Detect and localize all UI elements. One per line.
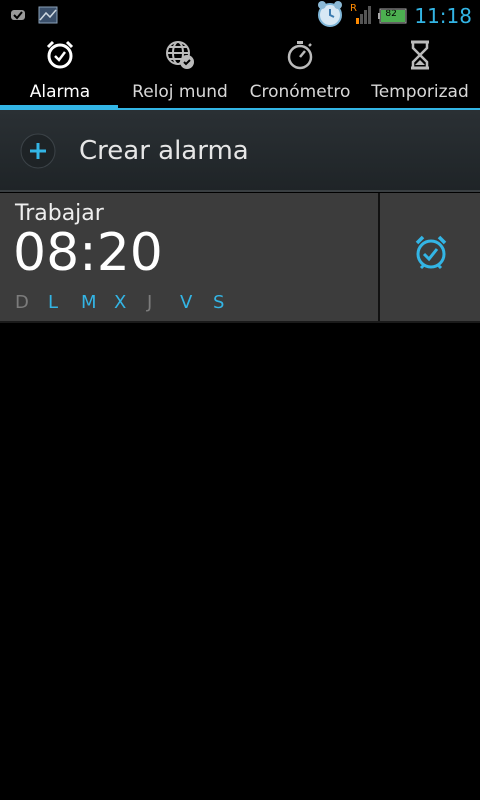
create-alarm-button[interactable]: Crear alarma — [0, 110, 480, 192]
notification-icons — [10, 6, 58, 28]
alarm-time: 08:20 — [13, 223, 163, 283]
plus-icon — [20, 133, 56, 169]
tab-label: Temporizad — [371, 82, 469, 102]
alarm-row-bottom-divider — [0, 321, 480, 323]
status-icons: R 82 11:18 — [316, 0, 472, 32]
day-sunday: D — [15, 292, 29, 313]
clock-time: 11:18 — [414, 4, 472, 28]
alarm-toggle-button[interactable] — [380, 193, 480, 321]
create-alarm-label: Crear alarma — [79, 136, 249, 166]
tab-label: Alarma — [29, 82, 91, 102]
tab-timer[interactable]: Temporizad — [360, 33, 480, 110]
roaming-indicator: R — [350, 3, 357, 14]
status-bar: R 82 11:18 — [0, 0, 480, 33]
tab-bar: Alarma Reloj mund Cronómetro Temporizad — [0, 33, 480, 110]
battery-icon: 82 — [378, 8, 408, 24]
day-friday: V — [180, 292, 193, 313]
alarm-details[interactable]: Trabajar 08:20 D L M X J V S — [0, 193, 378, 321]
day-thursday: J — [147, 292, 153, 313]
alarm-clock-status-icon — [316, 0, 344, 32]
image-notification-icon — [38, 6, 58, 28]
stopwatch-icon — [284, 39, 316, 71]
day-tuesday: M — [81, 292, 97, 313]
signal-icon: R — [350, 2, 372, 30]
check-notification-icon — [10, 7, 28, 27]
tab-world-clock[interactable]: Reloj mund — [120, 33, 240, 110]
tab-alarm[interactable]: Alarma — [0, 33, 120, 110]
day-monday: L — [48, 292, 59, 313]
alarm-clock-icon — [44, 39, 76, 71]
battery-percent: 82 — [385, 9, 397, 19]
day-saturday: S — [213, 292, 225, 313]
tab-stopwatch[interactable]: Cronómetro — [240, 33, 360, 110]
world-clock-icon — [164, 39, 196, 71]
day-wednesday: X — [114, 292, 127, 313]
hourglass-icon — [404, 39, 436, 71]
alarm-repeat-days: D L M X J V S — [15, 292, 229, 313]
tab-label: Reloj mund — [132, 82, 228, 102]
tab-label: Cronómetro — [249, 82, 351, 102]
alarm-list-item: Trabajar 08:20 D L M X J V S — [0, 193, 480, 321]
alarm-on-icon — [413, 233, 449, 271]
